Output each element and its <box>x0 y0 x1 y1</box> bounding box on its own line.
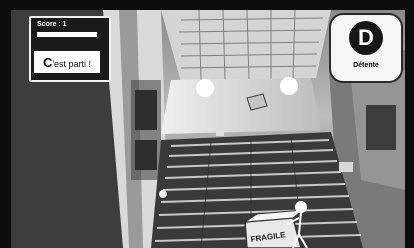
message-text: C'est parti ! <box>43 55 91 70</box>
mode-circle: D <box>349 21 383 55</box>
fragile-box-icon[interactable]: FRAGILE <box>244 209 305 248</box>
message-rest: 'est parti ! <box>52 58 92 69</box>
mode-badge[interactable]: D Détente <box>331 15 401 81</box>
score-panel: Score : 1 C'est parti ! <box>29 16 111 82</box>
message-box: C'est parti ! <box>34 51 100 73</box>
mode-letter: D <box>358 25 374 50</box>
mode-label: Détente <box>353 62 379 69</box>
message-initial: C <box>42 54 53 70</box>
score-bar <box>37 32 97 37</box>
score-label: Score : 1 <box>37 21 67 28</box>
game-viewport[interactable]: FRAGILE Score : 1 C'est parti ! D Détent… <box>11 10 405 248</box>
